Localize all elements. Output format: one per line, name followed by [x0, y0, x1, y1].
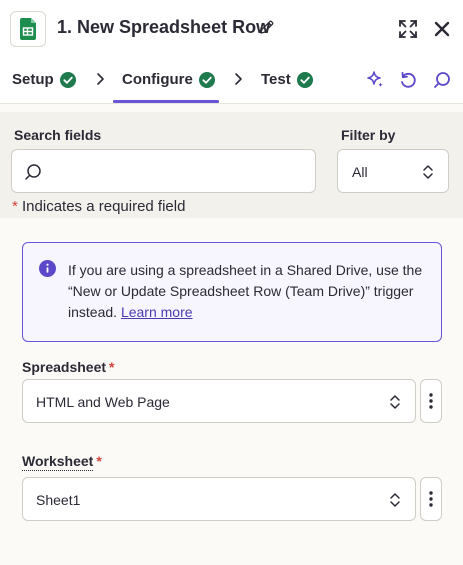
spreadsheet-value: HTML and Web Page: [36, 394, 170, 410]
active-tab-indicator: [113, 100, 219, 103]
tab-setup[interactable]: Setup: [12, 71, 76, 88]
worksheet-label: Worksheet *: [22, 453, 102, 471]
worksheet-label-text: Worksheet: [22, 453, 94, 471]
expand-icon[interactable]: [398, 19, 418, 39]
filter-by-select[interactable]: All: [337, 149, 449, 193]
required-asterisk: *: [12, 198, 18, 215]
step-tabs: Setup Configure Test: [0, 58, 463, 104]
info-icon: [39, 260, 56, 277]
tab-test[interactable]: Test: [261, 71, 313, 88]
tab-configure[interactable]: Configure: [122, 71, 215, 88]
pencil-icon[interactable]: [259, 19, 275, 35]
close-icon[interactable]: [432, 19, 452, 39]
required-asterisk: *: [109, 359, 115, 375]
tab-label: Configure: [122, 71, 193, 88]
chevron-up-down-icon: [390, 493, 400, 507]
check-circle-icon: [59, 71, 76, 88]
worksheet-more-options-button[interactable]: [420, 477, 442, 521]
vertical-dots-icon: [429, 393, 433, 409]
step-editor-panel: 1. New Spreadsheet Row Setup Configure T…: [0, 0, 463, 565]
required-asterisk: *: [96, 453, 102, 469]
tab-label: Test: [261, 71, 291, 88]
tab-label: Setup: [12, 71, 54, 88]
search-fields-input[interactable]: [48, 158, 308, 186]
vertical-dots-icon: [429, 491, 433, 507]
spreadsheet-select[interactable]: HTML and Web Page: [22, 379, 416, 423]
learn-more-link[interactable]: Learn more: [121, 304, 193, 320]
panel-header: 1. New Spreadsheet Row: [0, 0, 463, 58]
filter-by-label: Filter by: [341, 127, 396, 143]
check-circle-icon: [198, 71, 215, 88]
shared-drive-info-box: If you are using a spreadsheet in a Shar…: [22, 242, 442, 342]
undo-icon[interactable]: [398, 70, 418, 90]
search-icon[interactable]: [432, 70, 452, 90]
spreadsheet-label-text: Spreadsheet: [22, 359, 107, 375]
chevron-up-down-icon: [390, 395, 400, 409]
step-title: 1. New Spreadsheet Row: [57, 17, 271, 37]
check-circle-icon: [296, 71, 313, 88]
spreadsheet-more-options-button[interactable]: [420, 379, 442, 423]
search-icon: [25, 164, 41, 180]
chevron-right-icon: [235, 73, 242, 85]
required-note-text: Indicates a required field: [22, 198, 186, 215]
filter-by-value: All: [352, 164, 368, 180]
info-message: If you are using a spreadsheet in a Shar…: [68, 260, 433, 323]
required-field-note: * Indicates a required field: [12, 198, 185, 215]
worksheet-select[interactable]: Sheet1: [22, 477, 416, 521]
worksheet-value: Sheet1: [36, 492, 81, 508]
search-fields-input-box[interactable]: [11, 149, 316, 193]
chevron-up-down-icon: [423, 165, 433, 179]
search-fields-label: Search fields: [14, 127, 102, 143]
chevron-right-icon: [97, 73, 104, 85]
spreadsheet-label: Spreadsheet *: [22, 359, 115, 375]
sparkle-icon[interactable]: [365, 70, 385, 90]
google-sheets-icon: [10, 11, 46, 47]
